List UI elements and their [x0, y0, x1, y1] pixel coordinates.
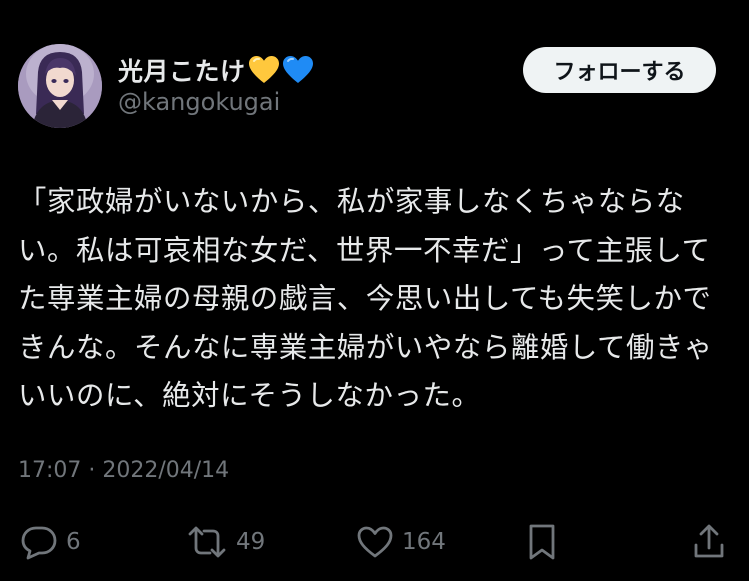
- avatar-illustration: [18, 44, 102, 128]
- reply-button[interactable]: 6: [20, 517, 81, 567]
- display-name[interactable]: 光月こたけ: [118, 52, 246, 88]
- retweet-icon: [186, 524, 228, 560]
- tweet-text: 「家政婦がいないから、私が家事しなくちゃならない。私は可哀相な女だ、世界一不幸だ…: [18, 185, 713, 412]
- follow-button[interactable]: フォローする: [523, 47, 716, 93]
- bookmark-icon: [526, 523, 558, 561]
- bookmark-button[interactable]: [526, 517, 558, 567]
- like-count: 164: [402, 529, 446, 555]
- tweet-timestamp[interactable]: 17:07 · 2022/04/14: [18, 458, 229, 483]
- retweet-count: 49: [236, 529, 266, 555]
- user-handle[interactable]: @kangokugai: [118, 88, 280, 116]
- like-button[interactable]: 164: [356, 517, 446, 567]
- reply-count: 6: [66, 529, 81, 555]
- share-button[interactable]: [692, 517, 726, 567]
- retweet-button[interactable]: 49: [186, 517, 265, 567]
- avatar[interactable]: [18, 44, 102, 128]
- blue-heart-icon: [282, 55, 314, 85]
- tweet-card: 光月こたけ @kangokugai フォローする 「家政婦がいないから、私が家事…: [0, 0, 749, 581]
- reply-icon: [20, 524, 58, 560]
- action-bar: 6 49 164: [0, 517, 749, 567]
- name-row: 光月こたけ: [118, 52, 314, 88]
- share-icon: [692, 523, 726, 561]
- yellow-heart-icon: [248, 55, 280, 85]
- heart-outline-icon: [356, 525, 394, 559]
